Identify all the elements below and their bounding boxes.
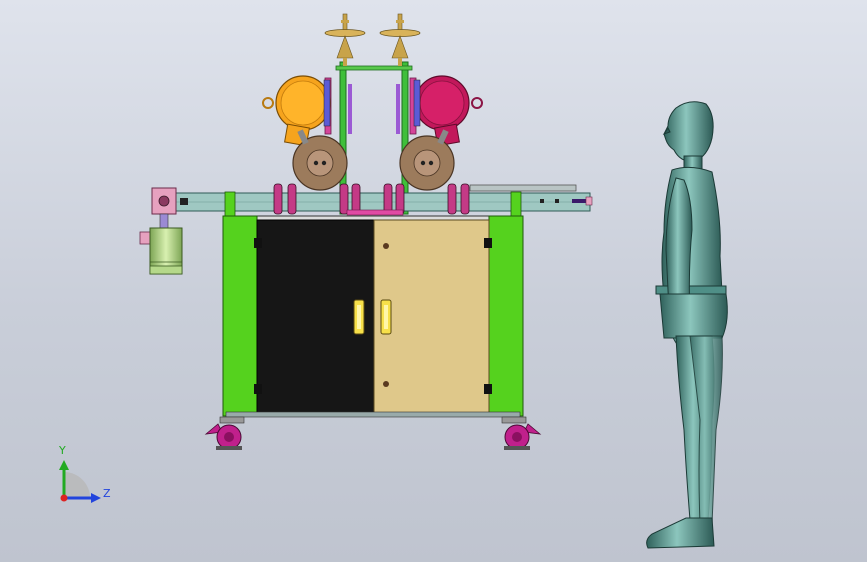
right-beam-post — [510, 191, 522, 217]
y-axis-label: Y — [58, 444, 66, 457]
conveyor-beam — [151, 184, 593, 215]
labeling-machine-model[interactable] — [139, 13, 593, 450]
cabinet — [222, 215, 524, 418]
left-beam-post — [224, 191, 236, 217]
magenta-label-reel — [413, 75, 483, 147]
left-spindle — [324, 13, 366, 66]
left-frame-column — [222, 215, 258, 417]
coordinate-triad-icon: Y Z — [58, 444, 111, 503]
left-caster — [204, 416, 245, 450]
z-axis-label: Z — [103, 487, 111, 500]
drive-motor — [139, 213, 183, 275]
right-caster — [501, 416, 542, 450]
cad-viewport[interactable]: Y Z — [0, 0, 867, 562]
left-press-roller — [292, 129, 348, 191]
right-spindle — [379, 13, 421, 66]
right-frame-column — [488, 215, 524, 417]
orange-label-reel — [262, 75, 331, 147]
human-reference-figure[interactable] — [646, 101, 728, 549]
